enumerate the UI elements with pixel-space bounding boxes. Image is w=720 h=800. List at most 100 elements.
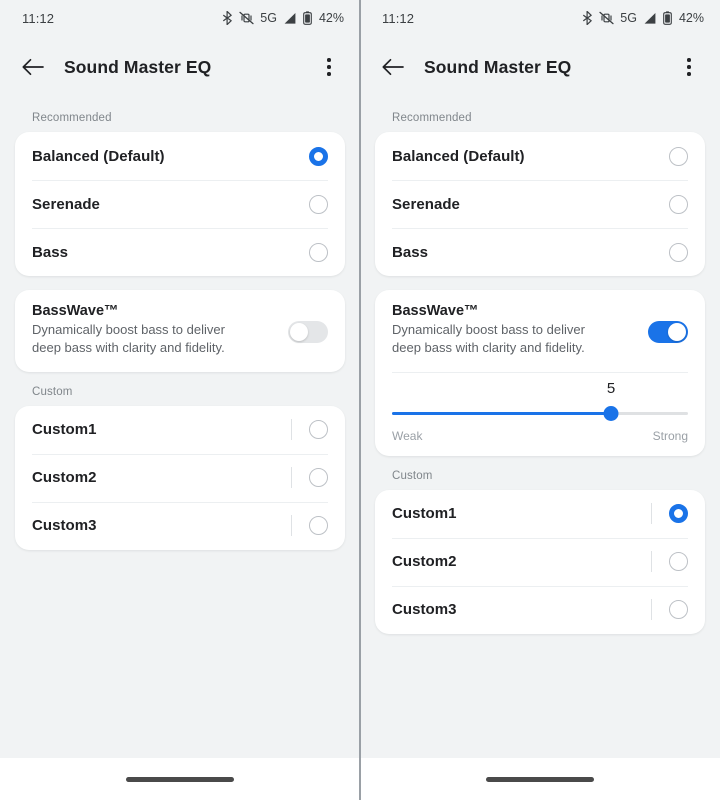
preset-label: Balanced (Default) [392, 147, 525, 165]
vibrate-muted-icon [239, 11, 254, 25]
row-divider [291, 515, 292, 537]
recommended-presets-card: Balanced (Default) Serenade Bass [15, 132, 345, 276]
preset-row-bass[interactable]: Bass [15, 228, 345, 276]
preset-label: Custom3 [32, 517, 97, 535]
basswave-text: BassWave™ Dynamically boost bass to deli… [32, 303, 288, 358]
preset-label: Custom2 [32, 469, 97, 487]
slider-value-label: 5 [606, 379, 616, 397]
slider-fill [392, 411, 612, 416]
basswave-description: Dynamically boost bass to deliver deep b… [32, 322, 225, 356]
system-nav-bar-left [0, 758, 360, 800]
section-header-custom: Custom [32, 385, 73, 398]
back-arrow-icon [22, 58, 44, 76]
radio-custom2[interactable] [669, 552, 688, 572]
basswave-toggle[interactable] [288, 321, 328, 343]
battery-percent-label: 42% [318, 11, 344, 25]
basswave-toggle[interactable] [648, 321, 688, 343]
recommended-presets-card: Balanced (Default) Serenade Bass [375, 132, 705, 276]
radio-serenade[interactable] [669, 194, 688, 214]
slider-max-label: Strong [652, 428, 688, 443]
preset-label: Bass [392, 243, 429, 261]
toggle-knob [668, 323, 686, 341]
preset-label: Balanced (Default) [32, 147, 165, 165]
basswave-card: BassWave™ Dynamically boost bass to deli… [15, 290, 345, 372]
toggle-knob [290, 323, 308, 341]
basswave-card: BassWave™ Dynamically boost bass to deli… [375, 290, 705, 456]
signal-bars-icon [284, 12, 296, 24]
status-bar-left: 11:12 5G 42% [0, 0, 360, 36]
panel-right: 11:12 5G 42% Sound Master EQ Recommended… [360, 0, 720, 800]
settings-content-right: Recommended Balanced (Default) Serenade … [360, 98, 720, 758]
slider-value-row: 5 [392, 377, 688, 401]
battery-icon [303, 11, 312, 25]
preset-row-custom2[interactable]: Custom2 [375, 537, 705, 586]
radio-custom1[interactable] [669, 504, 688, 524]
radio-custom3[interactable] [309, 516, 328, 536]
radio-custom2[interactable] [309, 468, 328, 488]
preset-row-custom1[interactable]: Custom1 [15, 406, 345, 454]
preset-label: Custom3 [392, 601, 457, 619]
radio-balanced[interactable] [669, 146, 688, 166]
basswave-description: Dynamically boost bass to deliver deep b… [392, 322, 585, 356]
gesture-pill[interactable] [126, 776, 234, 782]
status-bar-right: 11:12 5G 42% [360, 0, 720, 36]
preset-label: Serenade [32, 195, 100, 213]
network-type-label: 5G [260, 11, 277, 25]
status-icon-group: 5G 42% [222, 11, 344, 25]
dual-screenshot-stage: 11:12 5G 42% Sound Master EQ Recommended… [0, 0, 720, 800]
vibrate-muted-icon [599, 11, 614, 25]
radio-balanced[interactable] [309, 146, 328, 166]
preset-row-balanced[interactable]: Balanced (Default) [375, 132, 705, 180]
overflow-menu-button[interactable] [312, 50, 346, 84]
preset-row-custom1[interactable]: Custom1 [375, 490, 705, 538]
preset-row-custom3[interactable]: Custom3 [15, 501, 345, 550]
basswave-title: BassWave™ [392, 303, 479, 319]
radio-serenade[interactable] [309, 194, 328, 214]
system-nav-bar-right [360, 758, 720, 800]
preset-row-serenade[interactable]: Serenade [15, 180, 345, 228]
slider-min-label: Weak [392, 428, 423, 443]
basswave-text: BassWave™ Dynamically boost bass to deli… [392, 303, 648, 358]
bluetooth-icon [223, 11, 233, 25]
row-divider [291, 467, 292, 489]
basswave-slider[interactable] [392, 403, 688, 425]
radio-bass[interactable] [669, 242, 688, 262]
section-header-custom: Custom [392, 469, 433, 482]
panel-left: 11:12 5G 42% Sound Master EQ Recommended… [0, 0, 360, 800]
status-time: 11:12 [382, 10, 415, 26]
radio-bass[interactable] [309, 242, 328, 262]
toolbar-right: Sound Master EQ [360, 36, 720, 98]
status-time: 11:12 [22, 10, 55, 26]
row-divider [651, 551, 652, 573]
preset-row-bass[interactable]: Bass [375, 228, 705, 276]
overflow-menu-button[interactable] [672, 50, 706, 84]
slider-thumb[interactable] [603, 406, 619, 422]
overflow-dot [327, 72, 331, 76]
radio-custom1[interactable] [309, 420, 328, 440]
preset-row-custom2[interactable]: Custom2 [15, 453, 345, 502]
custom-presets-card: Custom1 Custom2 Custom3 [375, 489, 705, 634]
toolbar-left: Sound Master EQ [0, 36, 360, 98]
preset-row-serenade[interactable]: Serenade [375, 180, 705, 228]
network-type-label: 5G [620, 11, 637, 25]
gesture-pill[interactable] [486, 776, 594, 782]
slider-divider [392, 371, 688, 373]
preset-label: Custom1 [392, 505, 457, 523]
row-divider [291, 419, 292, 441]
back-button[interactable] [376, 50, 410, 84]
battery-icon [663, 11, 672, 25]
preset-row-balanced[interactable]: Balanced (Default) [15, 132, 345, 180]
row-divider [651, 599, 652, 621]
signal-bars-icon [644, 12, 656, 24]
overflow-dot [687, 72, 691, 76]
back-arrow-icon [382, 58, 404, 76]
radio-custom3[interactable] [669, 600, 688, 620]
preset-row-custom3[interactable]: Custom3 [375, 585, 705, 634]
back-button[interactable] [16, 50, 50, 84]
basswave-title: BassWave™ [32, 303, 119, 319]
overflow-dot [687, 65, 691, 69]
bluetooth-icon [583, 11, 593, 25]
basswave-slider-section: 5 Weak Strong [375, 371, 705, 456]
preset-label: Custom1 [32, 421, 97, 439]
section-header-recommended: Recommended [32, 112, 112, 124]
